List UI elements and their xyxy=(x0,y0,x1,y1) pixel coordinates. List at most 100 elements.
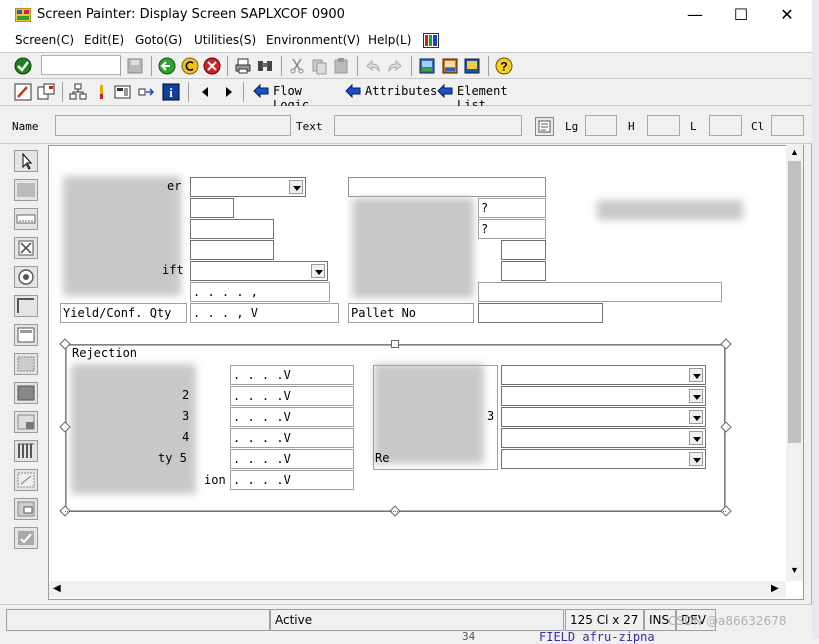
other-screen-icon[interactable] xyxy=(37,83,55,101)
hierarchy-icon[interactable] xyxy=(69,83,87,101)
vertical-scrollbar[interactable]: ▲ ▼ xyxy=(786,145,803,581)
scroll-right-icon[interactable]: ▶ xyxy=(771,583,779,594)
chevron-down-icon[interactable] xyxy=(689,389,703,403)
menu-goto[interactable]: Goto(G) xyxy=(135,33,182,47)
pin-icon[interactable] xyxy=(92,83,110,101)
scroll-down-icon[interactable]: ▼ xyxy=(790,565,799,575)
text-field-tool[interactable] xyxy=(14,179,38,201)
paste-icon[interactable] xyxy=(332,57,350,75)
cl-field[interactable] xyxy=(771,115,804,136)
menu-edit[interactable]: Edit(E) xyxy=(84,33,124,47)
checkbox-tool[interactable] xyxy=(14,237,38,259)
tabstrip-wizard-tool[interactable] xyxy=(14,411,38,433)
input-field[interactable] xyxy=(190,198,234,218)
find-icon[interactable] xyxy=(256,57,274,75)
reason-dropdown[interactable] xyxy=(501,449,706,469)
attributes-button[interactable]: Attributes xyxy=(343,79,437,105)
chevron-down-icon[interactable] xyxy=(689,368,703,382)
input-field[interactable] xyxy=(501,261,546,281)
input-field[interactable]: ? xyxy=(478,219,546,239)
minimize-button[interactable]: — xyxy=(672,0,718,30)
chevron-down-icon[interactable] xyxy=(689,410,703,424)
pallet-no-field[interactable] xyxy=(478,303,603,323)
menu-environment[interactable]: Environment(V) xyxy=(266,33,360,47)
rejection-qty-field[interactable]: . . . .V xyxy=(230,470,354,490)
scroll-left-icon[interactable]: ◀ xyxy=(53,583,61,594)
table-control-tool[interactable] xyxy=(14,353,38,375)
long-input-field[interactable] xyxy=(478,282,722,302)
chevron-down-icon[interactable] xyxy=(289,180,303,194)
input-field-tool[interactable] xyxy=(14,208,38,230)
flow-logic-button[interactable]: Flow Logic xyxy=(251,79,337,112)
where-used-icon[interactable] xyxy=(138,83,156,101)
menu-help[interactable]: Help(L) xyxy=(368,33,411,47)
rejection-qty-field[interactable]: . . . .V xyxy=(230,449,354,469)
pointer-tool[interactable] xyxy=(14,150,38,172)
tabstrip-tool[interactable] xyxy=(14,382,38,404)
step-loop-tool[interactable] xyxy=(14,440,38,462)
menu-utilities[interactable]: Utilities(S) xyxy=(194,33,256,47)
menu-screen[interactable]: Screen(C) xyxy=(15,33,74,47)
command-field[interactable] xyxy=(41,55,121,75)
layout-3-icon[interactable] xyxy=(463,57,481,75)
back-icon[interactable] xyxy=(158,57,176,75)
status-icon-tool[interactable] xyxy=(14,498,38,520)
layout-editor-icon[interactable] xyxy=(114,83,132,101)
reason-dropdown[interactable] xyxy=(501,386,706,406)
redo-icon[interactable] xyxy=(386,57,404,75)
input-field[interactable] xyxy=(501,240,546,260)
resize-handle[interactable] xyxy=(391,340,399,348)
checkmark-tool[interactable] xyxy=(14,527,38,549)
input-field[interactable] xyxy=(190,240,274,260)
name-field[interactable] xyxy=(55,115,291,136)
maximize-button[interactable]: ☐ xyxy=(718,0,764,30)
next-icon[interactable] xyxy=(220,83,238,101)
chevron-down-icon[interactable] xyxy=(689,452,703,466)
cut-icon[interactable] xyxy=(288,57,306,75)
close-button[interactable]: ✕ xyxy=(764,0,810,30)
amount-field[interactable]: . . . . , xyxy=(190,282,330,302)
previous-icon[interactable] xyxy=(196,83,214,101)
text-field[interactable] xyxy=(334,115,522,136)
reason-dropdown[interactable] xyxy=(501,428,706,448)
layout-2-icon[interactable] xyxy=(441,57,459,75)
display-change-icon[interactable] xyxy=(14,83,32,101)
horizontal-scrollbar[interactable]: ◀ ▶ xyxy=(49,581,786,598)
box-tool[interactable] xyxy=(14,295,38,317)
rejection-qty-field[interactable]: . . . .V xyxy=(230,428,354,448)
yield-conf-qty-field[interactable]: . . . , V xyxy=(190,303,339,323)
subscreen-tool[interactable] xyxy=(14,324,38,346)
l-field[interactable] xyxy=(709,115,742,136)
scroll-up-icon[interactable]: ▲ xyxy=(790,147,799,157)
dictionary-icon[interactable] xyxy=(535,117,554,136)
rejection-qty-field[interactable]: . . . .V xyxy=(230,407,354,427)
info-icon[interactable]: i xyxy=(162,83,180,101)
help-icon[interactable]: ? xyxy=(495,57,513,75)
scrollbar-thumb[interactable] xyxy=(788,161,801,443)
layout-1-icon[interactable] xyxy=(418,57,436,75)
reason-dropdown[interactable] xyxy=(501,407,706,427)
input-field[interactable]: ? xyxy=(478,198,546,218)
lg-field[interactable] xyxy=(585,115,617,136)
enter-check-icon[interactable] xyxy=(14,57,32,75)
layout-menu-icon[interactable] xyxy=(423,33,439,48)
dropdown-field[interactable] xyxy=(190,261,328,281)
exit-icon[interactable] xyxy=(181,57,199,75)
chevron-down-icon[interactable] xyxy=(689,431,703,445)
h-field[interactable] xyxy=(647,115,680,136)
element-list-button[interactable]: Element List xyxy=(435,79,535,112)
custom-control-tool[interactable] xyxy=(14,469,38,491)
undo-icon[interactable] xyxy=(364,57,382,75)
print-icon[interactable] xyxy=(234,57,252,75)
radio-button-tool[interactable] xyxy=(14,266,38,288)
dropdown-field[interactable] xyxy=(190,177,306,197)
save-icon[interactable] xyxy=(126,57,144,75)
cancel-icon[interactable] xyxy=(203,57,221,75)
chevron-down-icon[interactable] xyxy=(311,264,325,278)
layout-canvas[interactable]: er ift . . . . , Yield/Conf. Qty . . . ,… xyxy=(48,145,804,600)
rejection-qty-field[interactable]: . . . .V xyxy=(230,365,354,385)
rejection-qty-field[interactable]: . . . .V xyxy=(230,386,354,406)
input-field[interactable] xyxy=(190,219,274,239)
copy-icon[interactable] xyxy=(310,57,328,75)
reason-dropdown[interactable] xyxy=(501,365,706,385)
